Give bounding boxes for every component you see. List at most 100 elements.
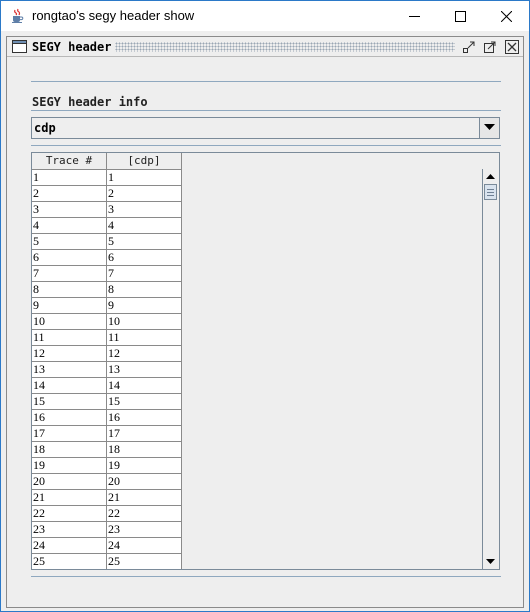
- table-row[interactable]: 10 10: [32, 314, 182, 330]
- cell-cdp-value[interactable]: 19: [107, 458, 182, 474]
- cell-trace-number[interactable]: 20: [32, 474, 107, 490]
- dropdown-button[interactable]: [479, 118, 499, 138]
- cell-cdp-value[interactable]: 7: [107, 266, 182, 282]
- table-row[interactable]: 18 18: [32, 442, 182, 458]
- cell-cdp-value[interactable]: 6: [107, 250, 182, 266]
- titlebar-grip: [115, 42, 455, 52]
- internal-frame-title: SEGY header: [32, 40, 112, 54]
- cell-trace-number[interactable]: 18: [32, 442, 107, 458]
- cell-cdp-value[interactable]: 3: [107, 202, 182, 218]
- minimize-button[interactable]: [391, 1, 437, 31]
- cell-trace-number[interactable]: 9: [32, 298, 107, 314]
- scroll-down-icon: [486, 559, 495, 564]
- cell-trace-number[interactable]: 2: [32, 186, 107, 202]
- cell-trace-number[interactable]: 11: [32, 330, 107, 346]
- cell-trace-number[interactable]: 19: [32, 458, 107, 474]
- table-row[interactable]: 33: [32, 202, 182, 218]
- table-row[interactable]: 11 11: [32, 330, 182, 346]
- cell-trace-number[interactable]: 17: [32, 426, 107, 442]
- cell-cdp-value[interactable]: 25: [107, 554, 182, 569]
- table-row[interactable]: 22 22: [32, 506, 182, 522]
- divider-top: [31, 81, 501, 82]
- cell-cdp-value[interactable]: 22: [107, 506, 182, 522]
- column-header-trace[interactable]: Trace #: [32, 153, 107, 170]
- table-row[interactable]: 12 12: [32, 346, 182, 362]
- cell-cdp-value[interactable]: 13: [107, 362, 182, 378]
- cell-trace-number[interactable]: 1: [32, 170, 107, 186]
- cell-cdp-value[interactable]: 24: [107, 538, 182, 554]
- vertical-scrollbar[interactable]: [482, 169, 498, 569]
- header-field-value: cdp: [34, 121, 56, 135]
- cell-trace-number[interactable]: 3: [32, 202, 107, 218]
- scroll-thumb[interactable]: [484, 184, 497, 200]
- cell-cdp-value[interactable]: 2: [107, 186, 182, 202]
- cell-trace-number[interactable]: 14: [32, 378, 107, 394]
- cell-trace-number[interactable]: 8: [32, 282, 107, 298]
- minimize-icon: [409, 16, 420, 17]
- table-row[interactable]: 11: [32, 170, 182, 186]
- cell-trace-number[interactable]: 25: [32, 554, 107, 569]
- cell-cdp-value[interactable]: 5: [107, 234, 182, 250]
- table-row[interactable]: 55: [32, 234, 182, 250]
- table-row[interactable]: 44: [32, 218, 182, 234]
- table-row[interactable]: 66: [32, 250, 182, 266]
- cell-cdp-value[interactable]: 15: [107, 394, 182, 410]
- cell-cdp-value[interactable]: 20: [107, 474, 182, 490]
- cell-cdp-value[interactable]: 17: [107, 426, 182, 442]
- scroll-up-button[interactable]: [483, 169, 498, 184]
- frame-maximize-icon[interactable]: [483, 40, 497, 54]
- table-row[interactable]: 20 20: [32, 474, 182, 490]
- close-button[interactable]: [483, 1, 529, 31]
- cell-cdp-value[interactable]: 21: [107, 490, 182, 506]
- table-row[interactable]: 17 17: [32, 426, 182, 442]
- column-header-cdp[interactable]: [cdp]: [107, 153, 182, 170]
- table-row[interactable]: 23 23: [32, 522, 182, 538]
- table-row[interactable]: 88: [32, 282, 182, 298]
- cell-cdp-value[interactable]: 10: [107, 314, 182, 330]
- cell-cdp-value[interactable]: 18: [107, 442, 182, 458]
- cell-trace-number[interactable]: 4: [32, 218, 107, 234]
- chevron-down-icon: [484, 124, 495, 130]
- cell-trace-number[interactable]: 5: [32, 234, 107, 250]
- scroll-down-button[interactable]: [483, 554, 498, 569]
- cell-trace-number[interactable]: 15: [32, 394, 107, 410]
- cell-cdp-value[interactable]: 8: [107, 282, 182, 298]
- table-row[interactable]: 13 13: [32, 362, 182, 378]
- cell-cdp-value[interactable]: 1: [107, 170, 182, 186]
- table-row[interactable]: 25 25: [32, 554, 182, 569]
- cell-trace-number[interactable]: 23: [32, 522, 107, 538]
- internal-frame-titlebar[interactable]: SEGY header: [7, 37, 523, 57]
- cell-trace-number[interactable]: 7: [32, 266, 107, 282]
- table-row[interactable]: 14 14: [32, 378, 182, 394]
- frame-close-icon[interactable]: [505, 40, 519, 54]
- internal-frame: SEGY header SEGY header info cdp Trace #…: [6, 36, 524, 608]
- cell-trace-number[interactable]: 6: [32, 250, 107, 266]
- cell-trace-number[interactable]: 10: [32, 314, 107, 330]
- cell-trace-number[interactable]: 13: [32, 362, 107, 378]
- table-row[interactable]: 16 16: [32, 410, 182, 426]
- cell-cdp-value[interactable]: 12: [107, 346, 182, 362]
- cell-trace-number[interactable]: 22: [32, 506, 107, 522]
- table-row[interactable]: 19 19: [32, 458, 182, 474]
- table-row[interactable]: 77: [32, 266, 182, 282]
- cell-trace-number[interactable]: 21: [32, 490, 107, 506]
- cell-cdp-value[interactable]: 4: [107, 218, 182, 234]
- iconify-icon[interactable]: [462, 40, 476, 54]
- cell-trace-number[interactable]: 24: [32, 538, 107, 554]
- maximize-button[interactable]: [437, 1, 483, 31]
- table-row[interactable]: 21 21: [32, 490, 182, 506]
- table-row[interactable]: 24 24: [32, 538, 182, 554]
- cell-cdp-value[interactable]: 11: [107, 330, 182, 346]
- table-body: 1 1 2 2 3 3 4 4 5 5 6 6 7 7 8 8 9 9 10 10 11 11 12 12 13 13 14 14 15…: [32, 170, 182, 569]
- cell-trace-number[interactable]: 12: [32, 346, 107, 362]
- cell-trace-number[interactable]: 16: [32, 410, 107, 426]
- cell-cdp-value[interactable]: 16: [107, 410, 182, 426]
- header-field-select[interactable]: cdp: [31, 117, 500, 139]
- window-titlebar[interactable]: rongtao's segy header show: [1, 1, 529, 31]
- table-row[interactable]: 15 15: [32, 394, 182, 410]
- cell-cdp-value[interactable]: 9: [107, 298, 182, 314]
- table-row[interactable]: 99: [32, 298, 182, 314]
- cell-cdp-value[interactable]: 14: [107, 378, 182, 394]
- table-row[interactable]: 22: [32, 186, 182, 202]
- cell-cdp-value[interactable]: 23: [107, 522, 182, 538]
